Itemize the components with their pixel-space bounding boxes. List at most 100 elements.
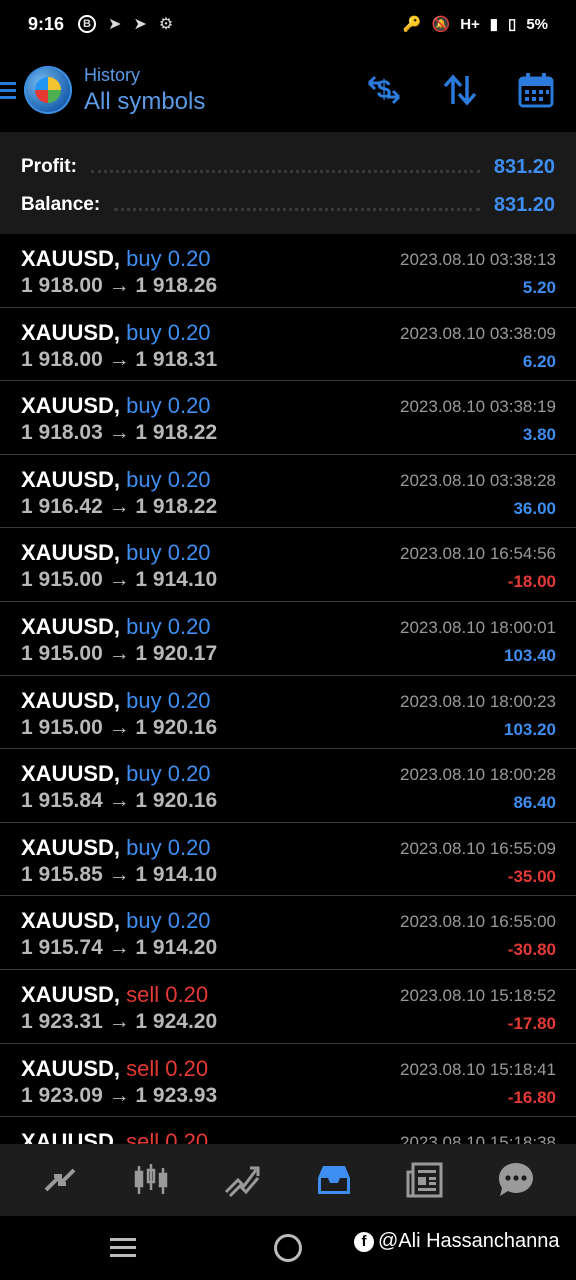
trade-icon[interactable]	[217, 1155, 267, 1205]
trade-prices: 1 915.85 → 1 914.10	[21, 862, 218, 886]
trade-symbol: XAUUSD,	[21, 466, 121, 492]
trade-time: 2023.08.10 18:00:01	[400, 617, 556, 637]
chart-icon[interactable]	[126, 1155, 176, 1205]
trade-symbol: XAUUSD,	[21, 393, 121, 419]
trade-info: XAUUSD, buy 0.20 1 915.00 → 1 914.10	[21, 540, 217, 601]
trade-prices: 1 915.00 → 1 920.16	[21, 715, 218, 739]
dotted-divider	[114, 207, 480, 211]
trade-meta: 2023.08.10 03:38:13 5.20	[400, 246, 556, 307]
trade-direction: buy 0.20	[126, 393, 211, 419]
page-subtitle: History	[84, 64, 141, 85]
trade-info: XAUUSD, buy 0.20 1 916.42 → 1 918.22	[21, 467, 217, 528]
trade-row[interactable]: XAUUSD, sell 0.20 1 923.31 → 1 924.20 2023…	[0, 970, 576, 1044]
trade-row[interactable]: XAUUSD, sell 0.20 1 923.09 → 1 923.93 2023…	[0, 1044, 576, 1118]
trade-title: XAUUSD, buy 0.20	[21, 393, 217, 419]
trade-prices: 1 918.00 → 1 918.31	[21, 347, 218, 371]
trade-title: XAUUSD, buy 0.20	[21, 761, 217, 787]
chat-icon[interactable]	[491, 1155, 541, 1205]
watermark-text: @Ali Hassanchanna	[378, 1230, 560, 1252]
trade-meta: 2023.08.10 18:00:01 103.40	[400, 614, 556, 675]
trade-prices: 1 918.00 → 1 918.26	[21, 274, 218, 297]
trade-prices: 1 915.84 → 1 920.16	[21, 789, 218, 813]
recent-apps-icon[interactable]	[110, 1238, 136, 1257]
trade-symbol: XAUUSD,	[21, 1129, 121, 1144]
trade-title: XAUUSD, buy 0.20	[21, 320, 217, 346]
trade-direction: buy 0.20	[126, 908, 211, 934]
trade-info: XAUUSD, buy 0.20 1 918.03 → 1 918.22	[21, 393, 217, 454]
battery-percent: 5%	[526, 15, 548, 33]
trade-direction: sell 0.20	[126, 981, 209, 1007]
trade-direction: buy 0.20	[126, 540, 211, 566]
trade-info: XAUUSD, buy 0.20 1 915.74 → 1 914.20	[21, 908, 217, 969]
trade-meta: 2023.08.10 03:38:19 3.80	[400, 393, 556, 454]
watermark: f @Ali Hassanchanna	[354, 1230, 560, 1253]
trade-symbol: XAUUSD,	[21, 687, 121, 713]
hamburger-menu-icon[interactable]	[0, 81, 16, 99]
trade-row[interactable]: XAUUSD, sell 0.20 2023.08.10 15:18:38	[0, 1117, 576, 1144]
trade-row[interactable]: XAUUSD, buy 0.20 1 915.00 → 1 920.16 2023.…	[0, 676, 576, 750]
header-actions: $	[364, 70, 556, 110]
trade-time: 2023.08.10 15:18:41	[400, 1059, 556, 1079]
trade-profit: -17.80	[507, 1013, 556, 1033]
signal-icon: ▮	[489, 16, 499, 33]
trade-row[interactable]: XAUUSD, buy 0.20 1 915.00 → 1 920.17 2023.…	[0, 602, 576, 676]
calendar-icon[interactable]	[516, 70, 556, 110]
trade-symbol: XAUUSD,	[21, 540, 121, 566]
trade-profit: 86.40	[513, 793, 556, 813]
trade-time: 2023.08.10 15:18:38	[400, 1133, 556, 1144]
trade-title: XAUUSD, sell 0.20	[21, 1129, 208, 1144]
page-title[interactable]: All symbols	[84, 88, 205, 116]
home-icon[interactable]	[274, 1234, 302, 1262]
title-block: History All symbols	[84, 65, 205, 116]
trade-row[interactable]: XAUUSD, buy 0.20 1 915.84 → 1 920.16 2023.…	[0, 749, 576, 823]
trade-time: 2023.08.10 15:18:52	[400, 985, 556, 1005]
trade-time: 2023.08.10 16:55:00	[400, 912, 556, 932]
trade-info: XAUUSD, sell 0.20 1 923.09 → 1 923.93	[21, 1056, 217, 1117]
trade-profit: -18.00	[507, 572, 556, 592]
trade-prices: 1 923.09 → 1 923.93	[21, 1083, 218, 1107]
currency-exchange-icon[interactable]: $	[364, 70, 404, 110]
svg-text:$: $	[377, 74, 392, 104]
notification-icons: B ➤ ➤ ⚙	[78, 14, 173, 34]
trade-profit: 36.00	[513, 498, 556, 518]
trade-title: XAUUSD, sell 0.20	[21, 982, 217, 1008]
trade-direction: sell 0.20	[126, 1055, 209, 1081]
status-bar: 9:16 B ➤ ➤ ⚙ 🔑 🔕 H+ ▮ ▯ 5%	[0, 0, 576, 48]
profit-row: Profit: 831.20	[21, 148, 555, 186]
telegram-icon: ➤	[108, 16, 122, 33]
app-header: History All symbols $	[0, 48, 576, 132]
news-icon[interactable]	[400, 1155, 450, 1205]
trade-row[interactable]: XAUUSD, buy 0.20 1 915.00 → 1 914.10 2023.…	[0, 528, 576, 602]
trade-history-list[interactable]: XAUUSD, buy 0.20 1 918.00 → 1 918.26 2023.…	[0, 234, 576, 1144]
trade-prices: 1 918.03 → 1 918.22	[21, 421, 218, 445]
trade-meta: 2023.08.10 18:00:23 103.20	[400, 688, 556, 749]
trade-profit: -30.80	[507, 940, 556, 960]
trade-row[interactable]: XAUUSD, buy 0.20 1 915.74 → 1 914.20 2023.…	[0, 896, 576, 970]
trade-prices: 1 915.74 → 1 914.20	[21, 936, 218, 960]
trade-row[interactable]: XAUUSD, buy 0.20 1 918.00 → 1 918.31 2023.…	[0, 308, 576, 382]
trade-symbol: XAUUSD,	[21, 246, 121, 271]
trade-row[interactable]: XAUUSD, buy 0.20 1 918.03 → 1 918.22 2023.…	[0, 381, 576, 455]
trade-time: 2023.08.10 03:38:13	[400, 250, 556, 269]
trade-title: XAUUSD, buy 0.20	[21, 908, 217, 934]
b-app-icon: B	[78, 15, 97, 33]
trade-profit: 3.80	[522, 425, 556, 445]
trade-row[interactable]: XAUUSD, buy 0.20 1 916.42 → 1 918.22 2023.…	[0, 455, 576, 529]
trade-row[interactable]: XAUUSD, buy 0.20 1 915.85 → 1 914.10 2023.…	[0, 823, 576, 897]
trade-time: 2023.08.10 16:54:56	[400, 544, 556, 564]
trade-profit: 103.20	[504, 719, 556, 739]
status-time: 9:16	[28, 13, 65, 34]
trade-direction: buy 0.20	[126, 246, 211, 271]
trade-row[interactable]: XAUUSD, buy 0.20 1 918.00 → 1 918.26 2023.…	[0, 234, 576, 308]
trade-meta: 2023.08.10 16:55:09 -35.00	[400, 835, 556, 896]
trade-meta: 2023.08.10 03:38:09 6.20	[400, 320, 556, 381]
balance-value: 831.20	[493, 193, 555, 216]
quotes-icon[interactable]	[35, 1155, 85, 1205]
history-icon[interactable]	[309, 1155, 359, 1205]
trade-profit: 103.40	[504, 645, 556, 665]
sort-icon[interactable]	[440, 70, 480, 110]
trade-title: XAUUSD, buy 0.20	[21, 246, 217, 272]
battery-icon: ▯	[508, 16, 517, 33]
trade-time: 2023.08.10 03:38:09	[400, 323, 556, 343]
system-status-icons: 🔑 🔕 H+ ▮ ▯ 5%	[403, 15, 548, 34]
